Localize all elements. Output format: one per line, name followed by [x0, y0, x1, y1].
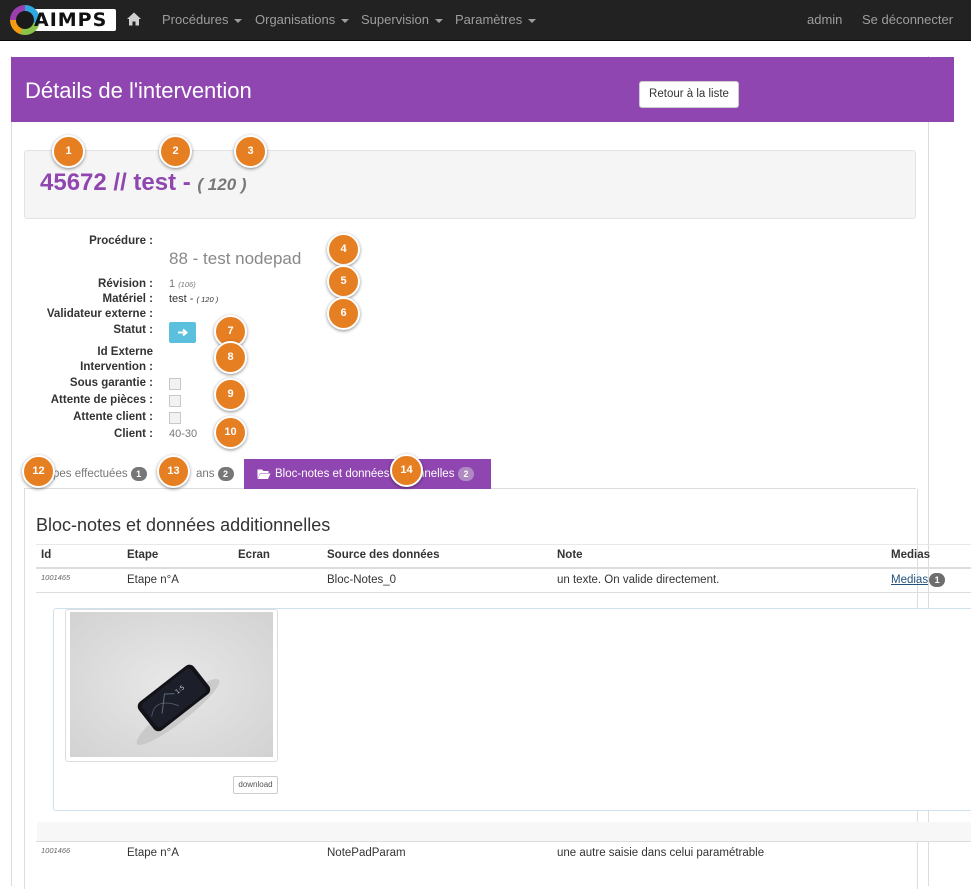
materiel-name: test -	[169, 293, 194, 305]
callout-marker: 14	[390, 454, 423, 487]
arrow-right-icon	[178, 328, 189, 337]
callout-marker: 2	[159, 135, 192, 168]
attente-pieces-label: Attente de pièces :	[50, 394, 153, 406]
intervention-title-well: 45672 // test - ( 120 )	[24, 150, 916, 219]
nav-menu-organisations[interactable]: Organisations	[255, 0, 350, 40]
materiel-label: Matériel :	[102, 293, 154, 305]
tab-label: ans	[196, 468, 215, 480]
caret-down-icon	[434, 18, 443, 23]
col-header-medias: Medias	[891, 549, 930, 561]
intervention-id-title: 45672 // test -	[40, 169, 191, 196]
nav-menu-label: Procédures	[162, 12, 229, 27]
id-externe-label-line2: Intervention :	[80, 361, 153, 373]
procedure-value: 88 - test nodepad	[169, 249, 302, 268]
row-divider	[36, 592, 971, 593]
callout-marker: 12	[22, 455, 55, 488]
revision-value: 1 (106)	[169, 278, 196, 290]
row-id: 1001465	[41, 573, 71, 582]
folder-open-icon	[257, 469, 271, 479]
col-header-note: Note	[557, 549, 583, 561]
tab-bloc-notes[interactable]: Bloc-notes et données nnelles 2	[244, 459, 491, 489]
row-source: Bloc-Notes_0	[327, 574, 397, 586]
attente-client-label: Attente client :	[73, 411, 153, 423]
tab-label: Bloc-notes et données	[275, 468, 390, 480]
tab-label: pes effectuées	[53, 468, 128, 480]
tab-etapes-effectuees[interactable]: pes effectuées 1	[53, 459, 147, 489]
tab-label-tail: nnelles	[418, 468, 455, 480]
page-title: Détails de l'intervention	[25, 78, 252, 103]
materiel-value: test - ( 120 )	[169, 293, 218, 305]
table-header-rule	[36, 567, 971, 569]
validateur-label: Validateur externe :	[46, 308, 153, 320]
revision-extra: (106)	[178, 280, 196, 289]
callout-marker: 13	[157, 455, 190, 488]
attente-pieces-checkbox[interactable]	[169, 395, 181, 407]
intervention-title: 45672 // test - ( 120 )	[40, 169, 247, 197]
nav-menu-parametres[interactable]: Paramètres	[455, 0, 537, 40]
caret-down-icon	[341, 18, 350, 23]
revision-label: Révision :	[98, 278, 153, 290]
caret-down-icon	[234, 18, 243, 23]
sous-garantie-checkbox[interactable]	[169, 378, 181, 390]
back-to-list-button[interactable]: Retour à la liste	[639, 81, 739, 108]
medias-count-badge: 1	[929, 573, 946, 587]
row-divider	[36, 841, 971, 842]
procedure-label: Procédure :	[89, 235, 153, 247]
status-button[interactable]	[169, 322, 196, 343]
nav-menu-procedures[interactable]: Procédures	[162, 0, 243, 40]
nav-user[interactable]: admin	[807, 0, 842, 40]
section-title: Bloc-notes et données additionnelles	[36, 515, 331, 535]
callout-marker: 4	[327, 233, 360, 266]
row-id: 1001466	[41, 846, 71, 855]
tab-plans[interactable]: ans 2	[196, 459, 234, 489]
top-navbar: AIMPS Procédures Organisations Supervisi…	[0, 0, 971, 41]
col-header-source: Source des données	[327, 549, 440, 561]
logout-link[interactable]: Se déconnecter	[862, 0, 953, 40]
statut-label: Statut :	[113, 324, 153, 336]
client-label: Client :	[114, 428, 153, 440]
callout-marker: 6	[327, 297, 360, 330]
col-header-etape: Etape	[127, 549, 159, 561]
callout-marker: 1	[52, 135, 85, 168]
logo-text: AIMPS	[34, 9, 108, 31]
row-source: NotePadParam	[327, 847, 406, 859]
id-externe-label-line1: Id Externe	[97, 346, 153, 358]
tab-badge: 2	[458, 467, 474, 481]
medias-cell: Medias 1	[891, 573, 946, 587]
phone-photo-image: 1:5	[70, 612, 273, 757]
sous-garantie-label: Sous garantie :	[69, 377, 153, 389]
col-header-id: Id	[41, 549, 52, 561]
col-header-ecran: Ecran	[238, 549, 270, 561]
callout-marker: 10	[214, 416, 247, 449]
tab-badge: 1	[130, 466, 147, 481]
nav-menu-label: Paramètres	[455, 12, 523, 27]
home-icon[interactable]	[126, 11, 142, 27]
medias-link[interactable]: Medias	[891, 574, 928, 586]
callout-marker: 8	[214, 341, 247, 374]
aimps-logo[interactable]: AIMPS	[8, 4, 116, 36]
row-note: un texte. On valide directement.	[557, 574, 720, 586]
callout-marker: 5	[327, 265, 360, 298]
tab-badge: 2	[217, 466, 234, 481]
intervention-quantity: ( 120 )	[197, 175, 247, 194]
materiel-extra: ( 120 )	[196, 295, 219, 304]
download-button[interactable]: download	[233, 776, 278, 794]
row-spacer	[37, 822, 971, 842]
nav-menu-label: Organisations	[255, 12, 336, 27]
callout-marker: 3	[234, 135, 267, 168]
media-photo[interactable]: 1:5	[70, 612, 273, 757]
table-top-rule	[36, 544, 971, 545]
nav-menu-label: Supervision	[361, 12, 429, 27]
page-header: Détails de l'intervention Retour à la li…	[11, 57, 954, 122]
client-value: 40-30	[169, 428, 198, 440]
row-etape: Etape n°A	[127, 847, 179, 859]
row-etape: Etape n°A	[127, 574, 179, 586]
caret-down-icon	[528, 18, 537, 23]
callout-marker: 9	[214, 378, 247, 411]
revision-number: 1	[169, 278, 176, 290]
nav-menu-supervision[interactable]: Supervision	[361, 0, 443, 40]
row-note: une autre saisie dans celui paramétrable	[557, 847, 765, 859]
attente-client-checkbox[interactable]	[169, 412, 181, 424]
